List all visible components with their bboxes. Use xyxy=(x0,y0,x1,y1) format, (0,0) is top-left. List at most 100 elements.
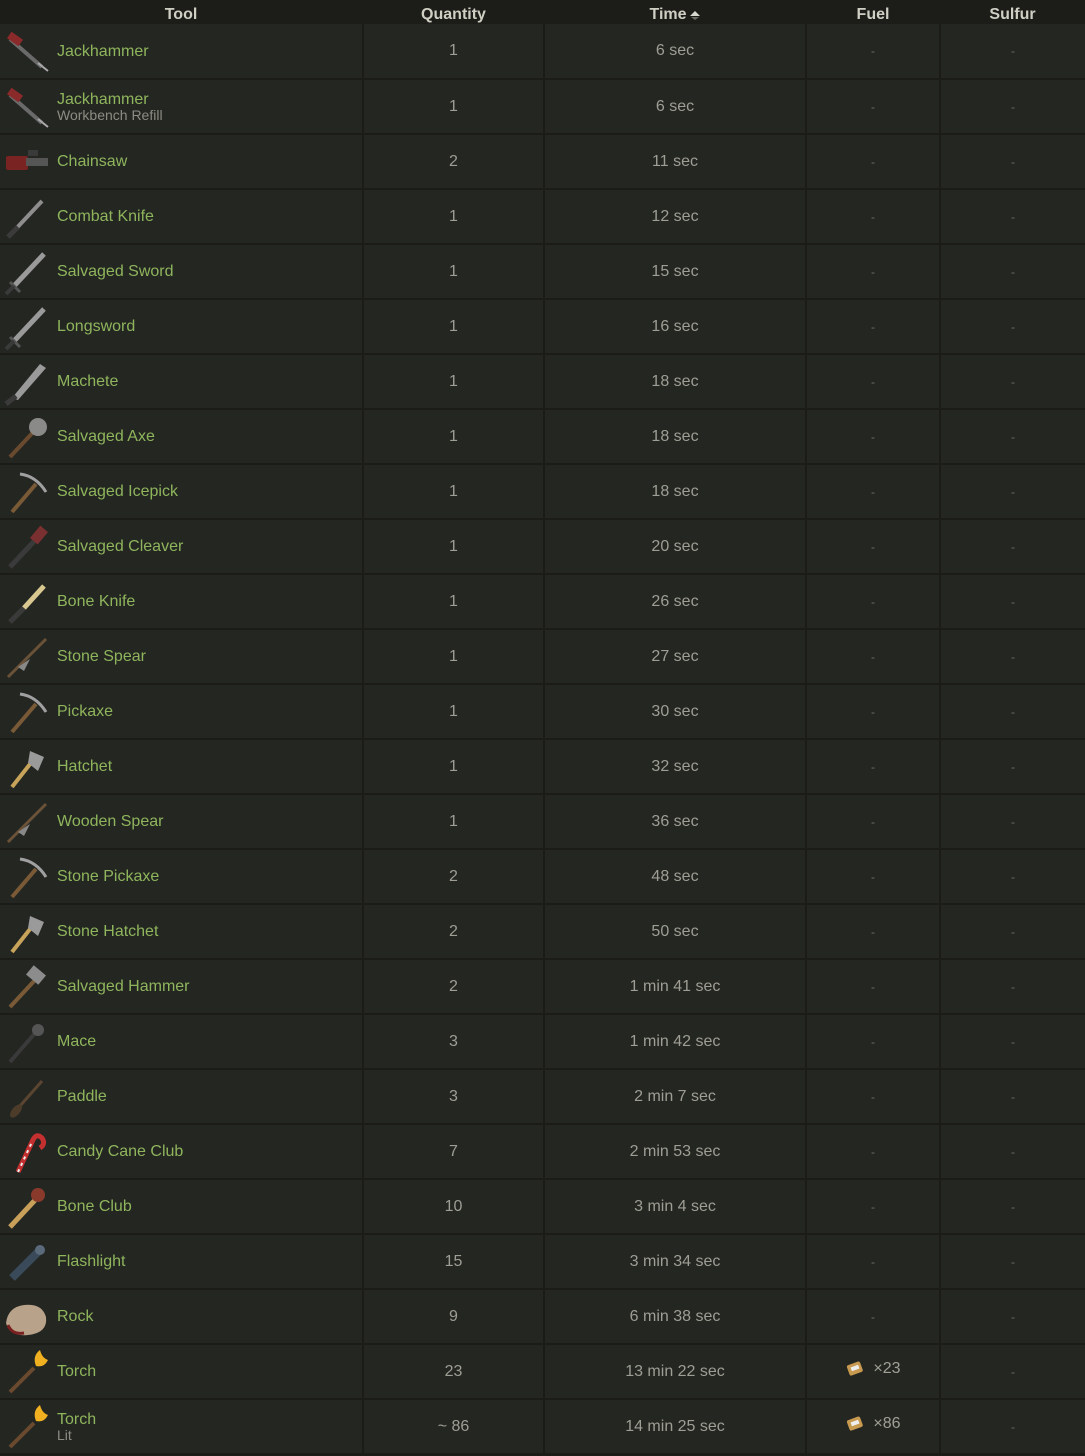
quantity-cell: 1 xyxy=(363,299,545,355)
quantity-cell: 1 xyxy=(363,629,545,685)
tool-link[interactable]: Bone Club xyxy=(57,1198,132,1215)
torch-icon xyxy=(8,1349,48,1393)
table-row: Combat Knife 1 12 sec - - xyxy=(0,189,1085,245)
fuel-value: - xyxy=(871,814,875,829)
fuel-value: - xyxy=(871,154,875,169)
tool-link[interactable]: Torch xyxy=(57,1363,96,1380)
axe-icon xyxy=(8,417,47,458)
tool-link[interactable]: Salvaged Cleaver xyxy=(57,538,183,555)
tool-link[interactable]: Salvaged Hammer xyxy=(57,978,190,995)
fuel-cell: - xyxy=(806,1014,941,1070)
hatchet-icon xyxy=(10,915,44,953)
quantity-cell: 1 xyxy=(363,24,545,80)
fuel-cell: - xyxy=(806,134,941,190)
tool-link[interactable]: Combat Knife xyxy=(57,208,154,225)
tool-link[interactable]: Flashlight xyxy=(57,1253,125,1270)
quantity-cell: 2 xyxy=(363,904,545,960)
table-row: Rock 9 6 min 38 sec - - xyxy=(0,1289,1085,1345)
header-tool[interactable]: Tool xyxy=(0,0,364,24)
tool-link[interactable]: Rock xyxy=(57,1308,93,1325)
tool-cell: Wooden Spear xyxy=(0,794,364,850)
low-grade-fuel-icon xyxy=(847,1361,864,1376)
sulfur-value: - xyxy=(1011,979,1015,994)
sulfur-cell: - xyxy=(940,1069,1085,1125)
quantity-cell: 2 xyxy=(363,134,545,190)
fuel-cell: - xyxy=(806,299,941,355)
tool-link[interactable]: Candy Cane Club xyxy=(57,1143,183,1160)
tool-cell: Torch xyxy=(0,1344,364,1400)
sulfur-value: - xyxy=(1011,924,1015,939)
tool-link[interactable]: Salvaged Axe xyxy=(57,428,155,445)
sulfur-cell: - xyxy=(940,299,1085,355)
sulfur-value: - xyxy=(1011,1254,1015,1269)
fuel-value: - xyxy=(871,99,875,114)
tool-link[interactable]: Stone Hatchet xyxy=(57,923,158,940)
tool-link[interactable]: Stone Spear xyxy=(57,648,146,665)
tool-link[interactable]: Paddle xyxy=(57,1088,107,1105)
sulfur-value: - xyxy=(1011,869,1015,884)
quantity-cell: 2 xyxy=(363,849,545,905)
header-quantity[interactable]: Quantity xyxy=(363,0,545,24)
fuel-cell: ×86 xyxy=(806,1399,941,1455)
fuel-cell: - xyxy=(806,244,941,300)
sulfur-value: - xyxy=(1011,429,1015,444)
tool-link[interactable]: Bone Knife xyxy=(57,593,135,610)
tool-link[interactable]: Machete xyxy=(57,373,118,390)
sulfur-value: - xyxy=(1011,319,1015,334)
sulfur-cell: - xyxy=(940,904,1085,960)
sulfur-cell: - xyxy=(940,739,1085,795)
sulfur-cell: - xyxy=(940,189,1085,245)
sulfur-value: - xyxy=(1011,1034,1015,1049)
sulfur-cell: - xyxy=(940,794,1085,850)
fuel-value: - xyxy=(871,649,875,664)
time-cell: 14 min 25 sec xyxy=(544,1399,807,1455)
fuel-value: - xyxy=(871,594,875,609)
tool-link[interactable]: Longsword xyxy=(57,318,135,335)
quantity-cell: 1 xyxy=(363,79,545,135)
sulfur-cell: - xyxy=(940,354,1085,410)
sulfur-cell: - xyxy=(940,849,1085,905)
time-cell: 13 min 22 sec xyxy=(544,1344,807,1400)
sulfur-value: - xyxy=(1011,1309,1015,1324)
jackhammer-icon xyxy=(6,31,49,72)
fuel-cell: - xyxy=(806,189,941,245)
low-grade-fuel-icon xyxy=(847,1416,864,1431)
tool-link[interactable]: Pickaxe xyxy=(57,703,113,720)
sulfur-value: - xyxy=(1011,484,1015,499)
sulfur-value: - xyxy=(1011,539,1015,554)
tool-link[interactable]: Stone Pickaxe xyxy=(57,868,159,885)
time-cell: 12 sec xyxy=(544,189,807,245)
time-cell: 1 min 42 sec xyxy=(544,1014,807,1070)
sort-ascending-icon xyxy=(689,10,700,20)
header-time-label: Time xyxy=(649,6,687,23)
tool-link[interactable]: Wooden Spear xyxy=(57,813,163,830)
fuel-cost: ×23 xyxy=(845,1360,901,1378)
tool-link[interactable]: Hatchet xyxy=(57,758,112,775)
fuel-value: - xyxy=(871,1034,875,1049)
sulfur-cell: - xyxy=(940,1234,1085,1290)
tool-cell: Machete xyxy=(0,354,364,410)
header-time[interactable]: Time xyxy=(544,0,807,24)
sulfur-cell: - xyxy=(940,1344,1085,1400)
header-fuel[interactable]: Fuel xyxy=(806,0,941,24)
quantity-cell: 15 xyxy=(363,1234,545,1290)
fuel-cell: - xyxy=(806,849,941,905)
table-row: Jackhammer 1 6 sec - - xyxy=(0,24,1085,80)
tool-link[interactable]: Jackhammer xyxy=(57,91,163,108)
table-row: Salvaged Icepick 1 18 sec - - xyxy=(0,464,1085,520)
fuel-value: - xyxy=(871,44,875,58)
sulfur-cell: - xyxy=(940,244,1085,300)
tool-link[interactable]: Mace xyxy=(57,1033,96,1050)
tool-link[interactable]: Torch xyxy=(57,1411,96,1428)
table-row: Stone Hatchet 2 50 sec - - xyxy=(0,904,1085,960)
tool-link[interactable]: Chainsaw xyxy=(57,153,127,170)
tool-cell: Salvaged Sword xyxy=(0,244,364,300)
table-row: Flashlight 15 3 min 34 sec - - xyxy=(0,1234,1085,1290)
tool-link[interactable]: Salvaged Sword xyxy=(57,263,174,280)
header-sulfur[interactable]: Sulfur xyxy=(940,0,1085,24)
time-cell: 6 sec xyxy=(544,24,807,80)
tool-link[interactable]: Salvaged Icepick xyxy=(57,483,178,500)
tool-link[interactable]: Jackhammer xyxy=(57,43,149,60)
fuel-value: - xyxy=(871,484,875,499)
time-cell: 2 min 7 sec xyxy=(544,1069,807,1125)
